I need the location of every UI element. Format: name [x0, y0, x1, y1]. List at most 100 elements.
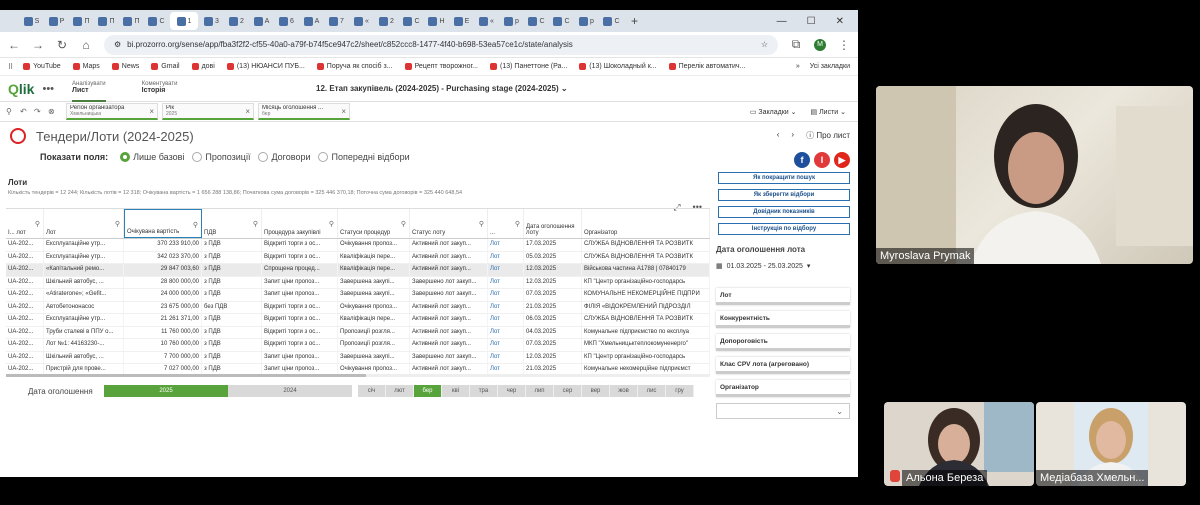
- table-row[interactable]: UA-202... «Капітальний ремо... 29 847 003,…: [6, 264, 710, 277]
- close-window-icon[interactable]: ✕: [836, 16, 844, 27]
- timeline-year[interactable]: 2024: [228, 385, 352, 397]
- table-cell[interactable]: Лот: [488, 351, 524, 363]
- smart-search-icon[interactable]: ⚲: [6, 107, 20, 116]
- timeline-month[interactable]: лют: [386, 385, 414, 397]
- help-button[interactable]: Як покращити пошук: [718, 172, 850, 184]
- selection-chip[interactable]: Місяць оголошення ... бер ×: [258, 103, 350, 120]
- all-bookmarks[interactable]: Усі закладки: [810, 63, 850, 70]
- browser-tab[interactable]: Е: [450, 12, 473, 30]
- nav-narrate[interactable]: Коментувати Історія: [142, 76, 178, 102]
- timeline-month[interactable]: лис: [638, 385, 666, 397]
- timeline-month[interactable]: кві: [442, 385, 470, 397]
- bookmark-item[interactable]: Рецепт творожног...: [404, 63, 478, 70]
- browser-tab[interactable]: С: [550, 12, 573, 30]
- column-header[interactable]: Статуси процедур ⚲: [338, 209, 410, 238]
- extra-dropdown[interactable]: ⌄: [716, 403, 850, 419]
- column-header[interactable]: Процедура закупівлі ⚲: [262, 209, 338, 238]
- column-header[interactable]: Статус лоту ⚲: [410, 209, 488, 238]
- timeline-month[interactable]: тра: [470, 385, 498, 397]
- column-header[interactable]: ПДВ ⚲: [202, 209, 262, 238]
- browser-tab[interactable]: С: [145, 12, 168, 30]
- browser-tab[interactable]: П: [120, 12, 143, 30]
- column-search-icon[interactable]: ⚲: [515, 220, 520, 228]
- clear-all-icon[interactable]: ⊗: [48, 107, 62, 116]
- column-header[interactable]: Очікувана вартість ⚲: [124, 209, 202, 238]
- table-row[interactable]: UA-202... Експлуатаційне утр... 342 023 37…: [6, 251, 710, 264]
- profile-avatar[interactable]: M: [814, 38, 826, 51]
- youtube-icon[interactable]: ▶: [834, 152, 850, 168]
- table-cell[interactable]: Лот: [488, 314, 524, 326]
- new-tab-icon[interactable]: +: [631, 14, 638, 28]
- url-bar[interactable]: ⚙ bi.prozorro.org/sense/app/fba3f2f2-cf5…: [104, 34, 778, 55]
- browser-tab[interactable]: р: [575, 12, 598, 30]
- bookmark-item[interactable]: Поруча як спосіб з...: [316, 63, 393, 70]
- sheet-title-dropdown[interactable]: 12. Етап закупівель (2024-2025) - Purcha…: [316, 84, 568, 93]
- extensions-icon[interactable]: ⧉: [790, 37, 802, 52]
- timeline-month[interactable]: жов: [610, 385, 638, 397]
- table-cell[interactable]: Лот: [488, 364, 524, 374]
- table-cell[interactable]: Лот: [488, 339, 524, 351]
- next-sheet-icon[interactable]: ›: [791, 130, 794, 141]
- site-info-icon[interactable]: ⚙: [114, 40, 121, 49]
- table-cell[interactable]: Лот: [488, 276, 524, 288]
- column-search-icon[interactable]: ⚲: [35, 220, 40, 228]
- bookmark-item[interactable]: (13) Шоколадный к...: [579, 63, 657, 70]
- video-participant-2[interactable]: Альона Береза: [884, 402, 1034, 486]
- table-row[interactable]: UA-202... Шкільний автобус, ... 7 700 000,…: [6, 351, 710, 364]
- column-search-icon[interactable]: ⚲: [329, 220, 334, 228]
- timeline-month[interactable]: лип: [526, 385, 554, 397]
- step-back-icon[interactable]: ↶: [20, 107, 34, 116]
- browser-menu-icon[interactable]: ⋮: [838, 38, 850, 52]
- timeline-month[interactable]: гру: [666, 385, 694, 397]
- bookmark-item[interactable]: Maps: [72, 63, 100, 70]
- bookmarks-more-icon[interactable]: »: [796, 63, 800, 70]
- timeline-month[interactable]: вер: [582, 385, 610, 397]
- column-search-icon[interactable]: ⚲: [401, 220, 406, 228]
- table-row[interactable]: UA-202... Експлуатаційне утр... 370 233 91…: [6, 239, 710, 252]
- browser-tab[interactable]: Н: [425, 12, 448, 30]
- table-cell[interactable]: Лот: [488, 289, 524, 301]
- minimize-icon[interactable]: —: [777, 16, 787, 27]
- table-cell[interactable]: Лот: [488, 264, 524, 276]
- reload-icon[interactable]: ↻: [56, 38, 68, 52]
- column-header[interactable]: Лот ⚲: [44, 209, 124, 238]
- browser-tab[interactable]: С: [400, 12, 423, 30]
- qlik-menu-icon[interactable]: •••: [42, 83, 54, 95]
- timeline-month[interactable]: бер: [414, 385, 442, 397]
- field-option-radio[interactable]: Договори: [258, 152, 310, 162]
- nav-analyze[interactable]: Аналізувати Лист: [72, 76, 106, 102]
- browser-tab[interactable]: р: [500, 12, 523, 30]
- filter-pane[interactable]: Допороговість: [716, 334, 850, 351]
- browser-tab[interactable]: 6: [275, 12, 298, 30]
- filter-pane[interactable]: Організатор: [716, 380, 850, 397]
- table-row[interactable]: UA-202... Труби сталеві в ППУ о... 11 760 …: [6, 326, 710, 339]
- timeline-month[interactable]: сер: [554, 385, 582, 397]
- browser-tab[interactable]: 3: [200, 12, 223, 30]
- table-row[interactable]: UA-202... Лот №1: 44163230-... 10 760 000,…: [6, 339, 710, 352]
- help-button[interactable]: Інструкція по відбору: [718, 223, 850, 235]
- apps-icon[interactable]: ⠿: [8, 63, 13, 71]
- timeline-month[interactable]: чер: [498, 385, 526, 397]
- field-option-radio[interactable]: Пропозиції: [192, 152, 250, 162]
- field-option-radio[interactable]: Лише базові: [120, 152, 184, 162]
- video-main-speaker[interactable]: Myroslava Prymak: [876, 86, 1193, 264]
- table-row[interactable]: UA-202... «Atiraterone»; «Gefit... 24 000 …: [6, 289, 710, 302]
- filter-pane[interactable]: Лот: [716, 288, 850, 305]
- column-header[interactable]: ... ⚲: [488, 209, 524, 238]
- browser-tab[interactable]: «: [350, 12, 373, 30]
- sheets-button[interactable]: ▤ Листи ⌄: [811, 108, 847, 116]
- column-search-icon[interactable]: ⚲: [479, 220, 484, 228]
- back-icon[interactable]: ←: [8, 38, 20, 52]
- column-search-icon[interactable]: ⚲: [193, 221, 198, 229]
- browser-tab[interactable]: С: [600, 12, 623, 30]
- timeline-month[interactable]: січ: [358, 385, 386, 397]
- selection-chip[interactable]: Регіон організатора Хмельницька ×: [66, 103, 158, 120]
- maximize-icon[interactable]: ☐: [807, 16, 816, 27]
- column-search-icon[interactable]: ⚲: [253, 220, 258, 228]
- browser-tab[interactable]: «: [475, 12, 498, 30]
- browser-tab[interactable]: 1: [170, 12, 198, 30]
- browser-tab[interactable]: P: [45, 12, 68, 30]
- star-icon[interactable]: ☆: [761, 40, 768, 49]
- table-row[interactable]: UA-202... Пристрій для прове... 7 027 000,…: [6, 364, 710, 374]
- browser-tab[interactable]: 7: [325, 12, 348, 30]
